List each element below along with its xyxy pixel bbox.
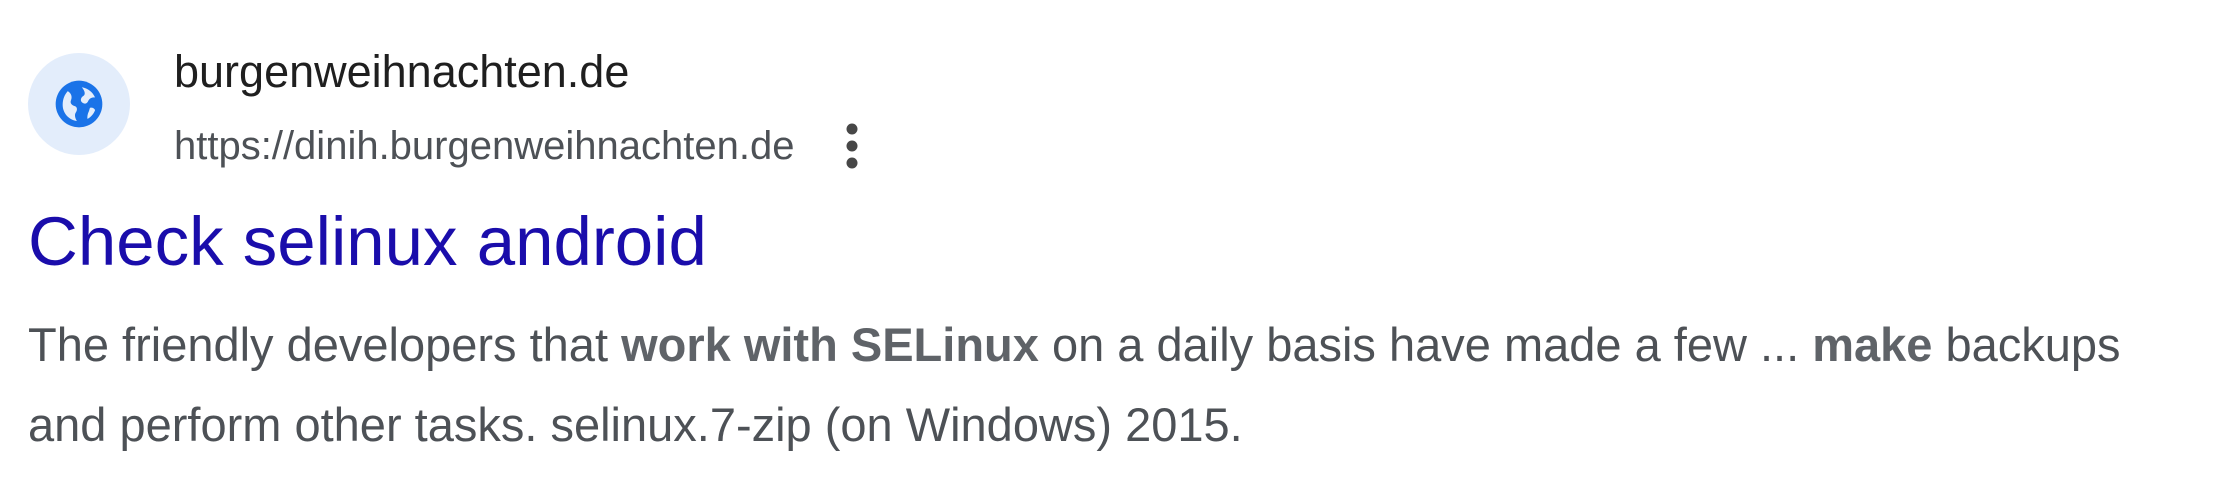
globe-icon [55,80,103,128]
snippet-text-2: on a daily basis have made a few ... [1038,318,1813,371]
snippet-highlight-1: work with SELinux [621,318,1039,371]
result-title-link[interactable]: Check selinux android [28,202,707,282]
site-info[interactable]: burgenweihnachten.de https://dinih.burge… [28,48,872,169]
more-vert-icon [846,123,858,169]
snippet-text-1: The friendly developers that [28,318,622,371]
url-line: https://dinih.burgenweihnachten.de [174,116,872,176]
snippet-highlight-2: make [1812,318,1933,371]
site-url[interactable]: https://dinih.burgenweihnachten.de [174,123,794,169]
site-favicon [28,53,130,155]
search-result: burgenweihnachten.de https://dinih.burge… [0,0,2240,486]
more-options-button[interactable] [832,116,872,176]
site-name[interactable]: burgenweihnachten.de [174,48,872,96]
result-snippet: The friendly developers that work with S… [28,305,2198,465]
site-text: burgenweihnachten.de https://dinih.burge… [174,48,872,176]
